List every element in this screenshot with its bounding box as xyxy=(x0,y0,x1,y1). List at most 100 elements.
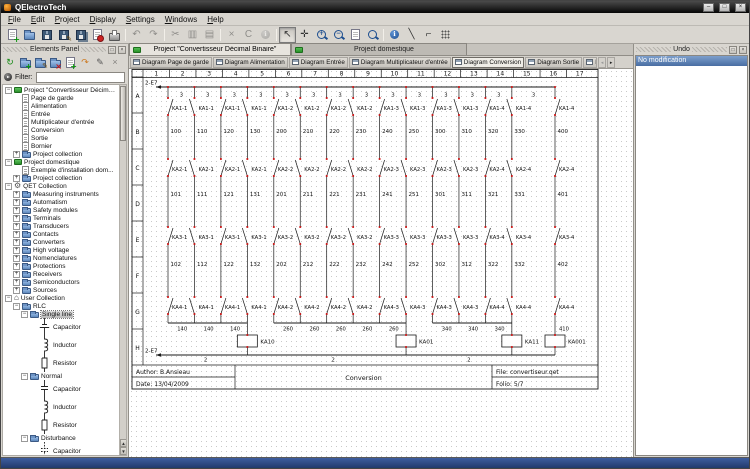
zoom-content-button[interactable] xyxy=(347,27,364,43)
tree-item-capacitor[interactable]: Capacitor xyxy=(3,380,126,398)
diagram-tab-diagram-page-de-garde[interactable]: Diagram Page de garde xyxy=(130,56,212,68)
paste-button[interactable]: ▤ xyxy=(201,27,218,43)
tree-expander-icon[interactable]: + xyxy=(13,270,20,278)
tree-expander-icon[interactable]: + xyxy=(13,150,20,158)
tree-expander-icon[interactable]: − xyxy=(5,294,12,302)
scroll-down-button[interactable]: ▼ xyxy=(120,447,126,455)
tree-item-user-collection[interactable]: − ⌂ User Collection xyxy=(3,294,126,302)
tree-expander-icon[interactable]: + xyxy=(13,246,20,254)
tree-item-sources[interactable]: + Sources xyxy=(3,286,126,294)
tree-item-rlc[interactable]: − RLC xyxy=(3,302,126,310)
delete-button[interactable]: × xyxy=(223,27,240,43)
menu-windows[interactable]: Windows xyxy=(160,14,202,25)
panel-drag-handle[interactable] xyxy=(3,47,28,52)
delete-category-button[interactable] xyxy=(48,56,62,71)
tree-expander-icon[interactable]: − xyxy=(5,182,12,190)
tree-expander-icon[interactable]: + xyxy=(13,222,20,230)
save-as-button[interactable] xyxy=(55,27,72,43)
menu-display[interactable]: Display xyxy=(85,14,121,25)
open-project-button[interactable] xyxy=(21,27,38,43)
filter-input[interactable] xyxy=(35,71,125,83)
float-panel-button[interactable]: □ xyxy=(108,45,116,54)
tree-item-contacts[interactable]: + Contacts xyxy=(3,230,126,238)
tree-item-capacitor[interactable]: Capacitor xyxy=(3,318,126,336)
rotate-button[interactable]: C xyxy=(240,27,257,43)
tree-item-normal[interactable]: − Normal xyxy=(3,372,126,380)
diagram-tab-diagram[interactable]: Diagram xyxy=(583,56,598,68)
cut-button[interactable]: ✂ xyxy=(167,27,184,43)
tree-expander-icon[interactable]: + xyxy=(13,198,20,206)
tree-item-safety-modules[interactable]: + Safety modules xyxy=(3,206,126,214)
close-panel-button[interactable]: × xyxy=(118,45,126,54)
tree-item-project-collection[interactable]: + Project collection xyxy=(3,174,126,182)
tree-item-inductor[interactable]: Inductor xyxy=(3,336,126,354)
undo-list-item[interactable]: No modification xyxy=(636,56,747,66)
tree-expander-icon[interactable]: − xyxy=(21,372,28,380)
zoom-fit-button[interactable] xyxy=(364,27,381,43)
save-all-button[interactable] xyxy=(72,27,89,43)
save-button[interactable] xyxy=(38,27,55,43)
tree-expander-icon[interactable]: − xyxy=(21,310,28,318)
tree-expander-icon[interactable]: + xyxy=(13,238,20,246)
copy-button[interactable]: ▥ xyxy=(184,27,201,43)
menu-help[interactable]: Help xyxy=(202,14,228,25)
diagram-canvas[interactable]: 1 2 3 4 5 6 7 8 9 10 11 12 13 14 15 16 17 A B C D E F G H Author:… xyxy=(129,69,633,457)
tree-item-resistor[interactable]: Resistor xyxy=(3,416,126,434)
tree-item-project-collection[interactable]: + Project collection xyxy=(3,150,126,158)
tree-item-disturbance[interactable]: − Disturbance xyxy=(3,434,126,442)
tree-expander-icon[interactable]: + xyxy=(13,254,20,262)
delete-element-button[interactable]: × xyxy=(108,56,122,69)
new-diagram-button[interactable] xyxy=(4,27,21,44)
menu-edit[interactable]: Edit xyxy=(26,14,50,25)
element-infos-button[interactable]: i xyxy=(257,27,274,43)
tree-expander-icon[interactable]: − xyxy=(13,302,20,310)
tree-expander-icon[interactable]: + xyxy=(13,214,20,222)
zoom-out-button[interactable]: − xyxy=(330,27,347,43)
scrollbar-thumb[interactable] xyxy=(120,86,126,141)
float-panel-button[interactable]: □ xyxy=(729,45,738,54)
add-line-button[interactable]: ╲ xyxy=(403,27,420,43)
panel-drag-handle[interactable] xyxy=(81,47,106,52)
project-tab-project-domestique[interactable]: Project domestique xyxy=(291,43,467,55)
tree-item-qet-collection[interactable]: − ⚙ QET Collection xyxy=(3,182,126,190)
tree-expander-icon[interactable]: + xyxy=(13,190,20,198)
close-button[interactable]: × xyxy=(735,2,746,12)
menu-file[interactable]: File xyxy=(3,14,26,25)
tree-scrollbar[interactable]: ▲ ▼ xyxy=(119,85,126,455)
panel-drag-handle[interactable] xyxy=(691,47,728,52)
add-polyline-button[interactable]: ⌐ xyxy=(420,27,437,43)
close-panel-button[interactable]: × xyxy=(739,45,748,54)
diagram-properties-button[interactable]: i xyxy=(386,27,403,43)
diagram-tab-diagram-multiplicateur-d-entr-e[interactable]: Diagram Multiplicateur d'entrée xyxy=(348,56,451,68)
new-element-button[interactable] xyxy=(63,56,77,71)
tree-item-terminals[interactable]: + Terminals xyxy=(3,214,126,222)
tree-item-semiconductors[interactable]: + Semiconductors xyxy=(3,278,126,286)
reload-collections-button[interactable]: ↻ xyxy=(3,56,17,69)
edit-element-button[interactable]: ✎ xyxy=(93,56,107,69)
conductor-array-button[interactable] xyxy=(437,27,454,43)
select-mode-button[interactable]: ↖ xyxy=(279,26,296,43)
tree-item-high-voltage[interactable]: + High voltage xyxy=(3,246,126,254)
diagram-tab-diagram-conversion[interactable]: Diagram Conversion xyxy=(451,56,525,68)
tree-item-converters[interactable]: + Converters xyxy=(3,238,126,246)
diagram-tab-diagram-entr-e[interactable]: Diagram Entrée xyxy=(288,56,348,68)
tree-expander-icon[interactable]: + xyxy=(13,278,20,286)
tree-item-protections[interactable]: + Protections xyxy=(3,262,126,270)
scroll-tabs-right-button[interactable]: ▸ xyxy=(607,56,616,68)
tree-item-single-line[interactable]: − Single line xyxy=(3,309,126,319)
edit-category-button[interactable] xyxy=(33,56,48,70)
diagram-tab-diagram-sortie[interactable]: Diagram Sortie xyxy=(525,56,583,68)
undo-button[interactable]: ↶ xyxy=(128,27,145,43)
pan-mode-button[interactable]: ✛ xyxy=(296,27,313,43)
tree-item-automatism[interactable]: + Automatism xyxy=(3,198,126,206)
panel-drag-handle[interactable] xyxy=(636,47,672,52)
scroll-tabs-left-button[interactable]: ◂ xyxy=(598,56,607,68)
project-tab-project-convertisseur-d-cimal-binaire[interactable]: Project "Convertisseur Décimal Binaire" xyxy=(129,43,291,55)
menu-settings[interactable]: Settings xyxy=(121,14,160,25)
print-button[interactable] xyxy=(106,27,123,43)
tree-item-bornier[interactable]: Bornier xyxy=(3,141,126,151)
tree-item-measuring-instruments[interactable]: + Measuring instruments xyxy=(3,190,126,198)
tree-item-nomenclatures[interactable]: + Nomenclatures xyxy=(3,254,126,262)
tree-expander-icon[interactable]: + xyxy=(13,262,20,270)
tree-expander-icon[interactable]: + xyxy=(13,206,20,214)
